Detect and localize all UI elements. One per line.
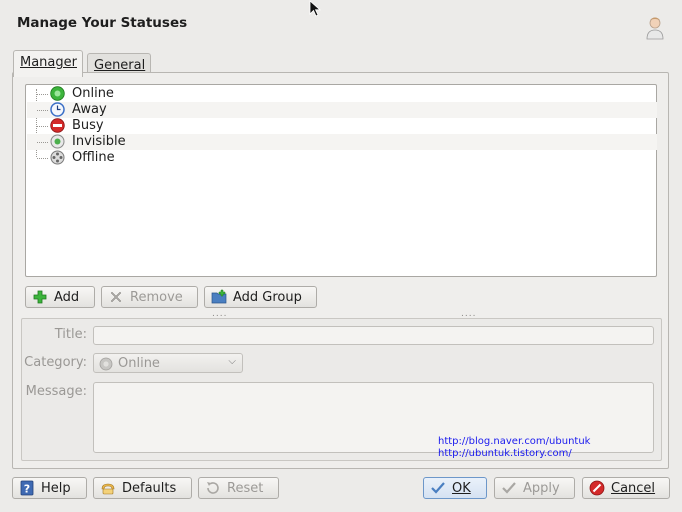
remove-button-label: Remove (130, 289, 183, 305)
status-tree[interactable]: Online Away Busy Invisible Offline (25, 84, 657, 277)
mouse-cursor-icon (309, 0, 322, 17)
online-icon (99, 357, 113, 371)
ok-button-label: OK (452, 480, 471, 496)
away-icon (50, 102, 65, 117)
tab-manager[interactable]: Manager (13, 50, 83, 77)
message-label: Message: (25, 384, 87, 399)
tree-branch (37, 94, 48, 95)
cancel-button-label: Cancel (611, 480, 656, 496)
checkmark-icon (431, 482, 445, 494)
help-icon: ? (20, 480, 34, 496)
category-label: Category: (24, 355, 87, 370)
title-label: Title: (54, 327, 87, 342)
busy-icon (50, 118, 65, 133)
tree-branch (37, 126, 48, 127)
tab-manager-label: Manager (20, 55, 77, 70)
title-input[interactable] (93, 326, 654, 345)
status-label: Online (72, 86, 114, 101)
apply-button-label: Apply (523, 480, 560, 496)
tab-general[interactable]: General (87, 53, 151, 73)
status-item-busy[interactable]: Busy (27, 118, 657, 134)
add-button[interactable]: Add (25, 286, 95, 308)
status-label: Offline (72, 150, 115, 165)
checkmark-icon (502, 482, 516, 494)
defaults-button-label: Defaults (122, 480, 177, 496)
online-icon (50, 86, 65, 101)
title-bar: Manage Your Statuses (0, 0, 682, 48)
tree-branch (37, 142, 48, 143)
plus-icon (33, 290, 47, 304)
cancel-button[interactable]: Cancel (582, 477, 670, 499)
ok-button[interactable]: OK (423, 477, 487, 499)
watermark-line-2: http://ubuntuk.tistory.com/ (438, 448, 572, 459)
reset-icon (207, 482, 219, 494)
status-item-away[interactable]: Away (27, 102, 657, 118)
reset-button[interactable]: Reset (198, 477, 279, 499)
category-select-value: Online (118, 356, 160, 371)
status-label: Busy (72, 118, 104, 133)
window-title: Manage Your Statuses (17, 15, 188, 31)
help-button-label: Help (41, 480, 71, 496)
tab-general-label: General (94, 58, 146, 73)
apply-button[interactable]: Apply (494, 477, 575, 499)
chevron-down-icon: ⌵ (228, 356, 236, 367)
tree-branch (37, 158, 48, 159)
status-item-invisible[interactable]: Invisible (27, 134, 657, 150)
add-group-button-label: Add Group (233, 289, 302, 305)
watermark-line-1: http://blog.naver.com/ubuntuk (438, 436, 591, 447)
cancel-icon (589, 480, 605, 496)
add-button-label: Add (54, 289, 80, 305)
defaults-icon (101, 483, 115, 495)
invisible-icon (50, 134, 65, 149)
remove-icon (110, 291, 122, 303)
tree-branch (37, 110, 48, 111)
remove-button[interactable]: Remove (101, 286, 198, 308)
status-item-online[interactable]: Online (27, 86, 657, 102)
status-item-offline[interactable]: Offline (27, 150, 657, 166)
offline-icon (50, 150, 65, 165)
add-group-button[interactable]: Add Group (204, 286, 317, 308)
status-label: Away (72, 102, 107, 117)
status-label: Invisible (72, 134, 126, 149)
reset-button-label: Reset (227, 480, 264, 496)
defaults-button[interactable]: Defaults (93, 477, 192, 499)
svg-text:?: ? (24, 483, 30, 496)
user-icon[interactable] (644, 16, 666, 40)
add-folder-icon (211, 289, 227, 304)
category-select[interactable]: Online ⌵ (93, 353, 243, 373)
help-button[interactable]: ? Help (12, 477, 87, 499)
